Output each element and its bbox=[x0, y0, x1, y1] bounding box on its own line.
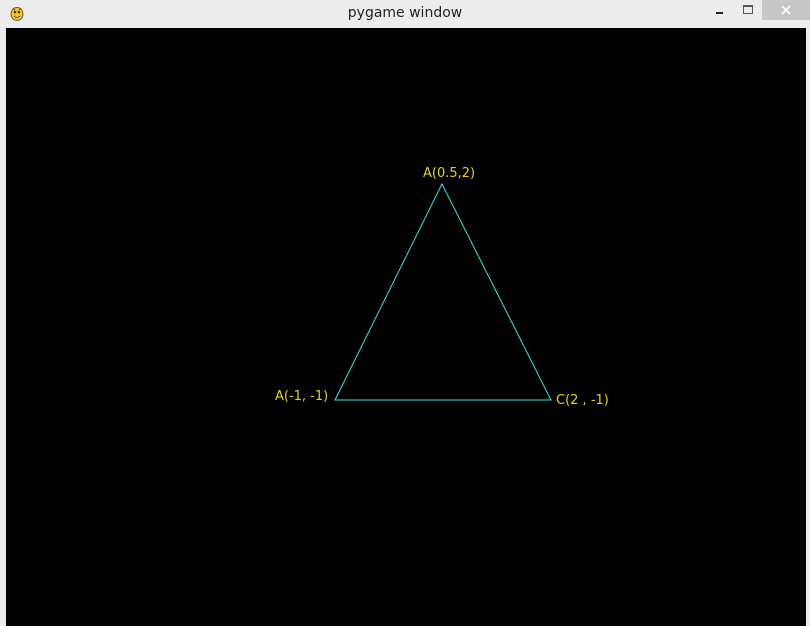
pygame-window: pygame window A(0.5,2) A(-1, -1) C(2 , -… bbox=[0, 0, 810, 626]
maximize-icon bbox=[742, 1, 754, 20]
title-bar[interactable]: pygame window bbox=[0, 0, 810, 27]
close-icon bbox=[780, 1, 792, 20]
window-title: pygame window bbox=[347, 5, 463, 21]
vertex-label-top: A(0.5,2) bbox=[423, 166, 476, 181]
minimize-icon bbox=[715, 1, 725, 20]
drawing-canvas[interactable]: A(0.5,2) A(-1, -1) C(2 , -1) bbox=[6, 28, 806, 626]
vertex-label-right: C(2 , -1) bbox=[556, 393, 609, 408]
triangle-outline bbox=[334, 182, 552, 401]
minimize-button[interactable] bbox=[705, 0, 735, 20]
maximize-button[interactable] bbox=[734, 0, 762, 20]
close-button[interactable] bbox=[762, 0, 810, 20]
vertex-label-left: A(-1, -1) bbox=[275, 389, 329, 404]
triangle-drawing bbox=[334, 182, 552, 401]
